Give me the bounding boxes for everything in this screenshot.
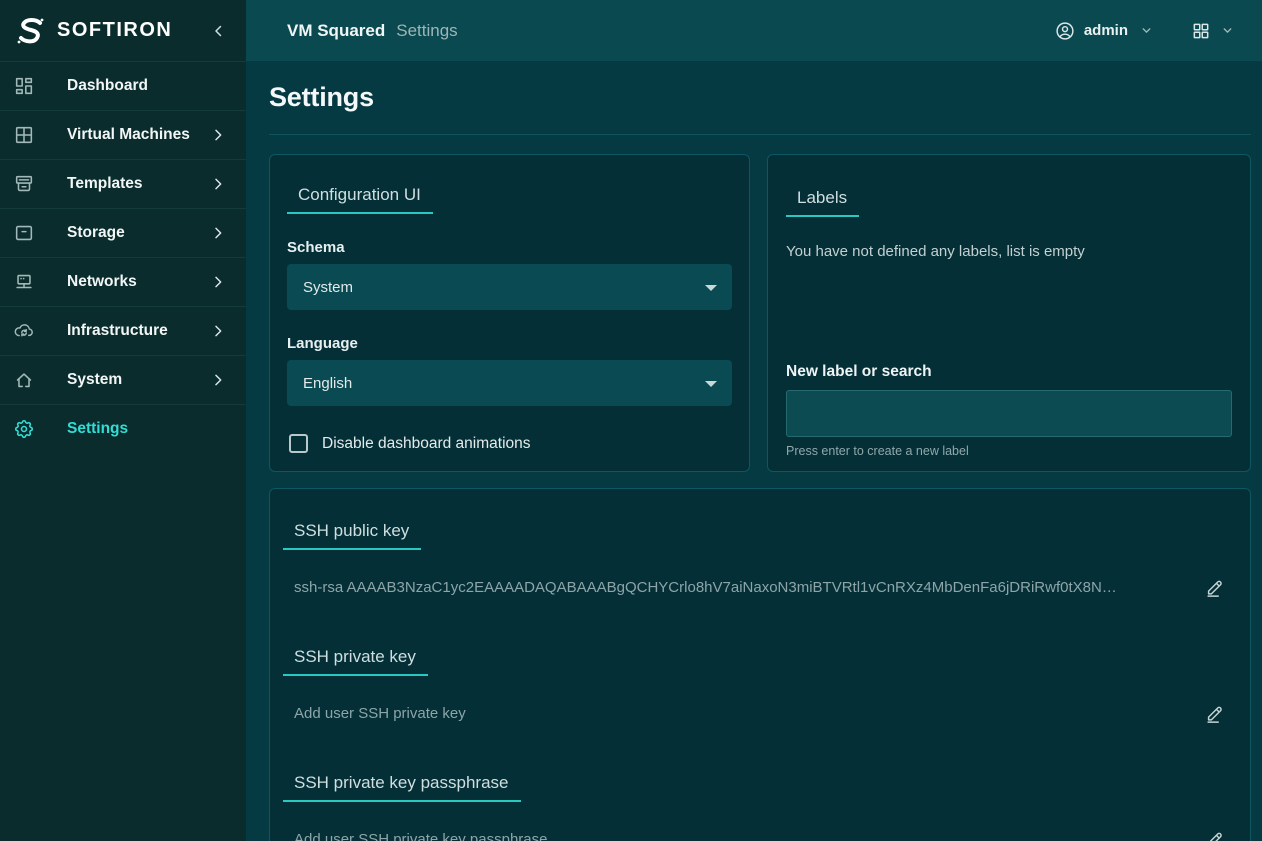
sidebar-item-infrastructure[interactable]: Infrastructure — [0, 306, 246, 355]
sidebar-item-label: Infrastructure — [67, 322, 168, 340]
chevron-right-icon — [210, 274, 226, 290]
new-label-helper: Press enter to create a new label — [786, 444, 1232, 458]
user-name: admin — [1084, 22, 1128, 39]
page-divider — [269, 134, 1251, 135]
language-select-value: English — [303, 375, 352, 392]
user-menu[interactable]: admin — [1054, 20, 1153, 42]
edit-public-key-button[interactable] — [1204, 576, 1226, 598]
sidebar-item-virtual-machines[interactable]: Virtual Machines — [0, 110, 246, 159]
ssh-private-key-placeholder: Add user SSH private key — [294, 705, 1180, 722]
schema-select[interactable]: System — [287, 264, 732, 310]
chevron-right-icon — [210, 323, 226, 339]
new-label-input[interactable] — [786, 390, 1232, 437]
configuration-ui-card: Configuration UI Schema System Language … — [269, 154, 750, 472]
disable-animations-checkbox[interactable] — [289, 434, 308, 453]
configuration-ui-title: Configuration UI — [287, 185, 433, 214]
chevron-down-icon — [1140, 24, 1153, 37]
sidebar-item-settings[interactable]: Settings — [0, 404, 246, 453]
sidebar-item-label: Virtual Machines — [67, 126, 190, 144]
softiron-logo-text: SOFTIRON — [57, 19, 172, 42]
sidebar-item-networks[interactable]: Networks — [0, 257, 246, 306]
language-label: Language — [287, 335, 732, 352]
sidebar-item-label: Networks — [67, 273, 137, 291]
sidebar-header: SOFTIRON — [0, 0, 246, 61]
language-select[interactable]: English — [287, 360, 732, 406]
chevron-right-icon — [210, 127, 226, 143]
edit-passphrase-button[interactable] — [1204, 828, 1226, 841]
page-title: Settings — [269, 82, 1251, 113]
disable-animations-label: Disable dashboard animations — [322, 435, 531, 453]
labels-card: Labels You have not defined any labels, … — [767, 154, 1251, 472]
sidebar-collapse-button[interactable] — [210, 22, 228, 40]
sidebar-item-storage[interactable]: Storage — [0, 208, 246, 257]
settings-gear-icon — [13, 418, 35, 440]
sidebar: SOFTIRON Dashboard Virtual Machines — [0, 0, 246, 841]
chevron-right-icon — [210, 176, 226, 192]
user-circle-icon — [1054, 20, 1076, 42]
schema-label: Schema — [287, 239, 732, 256]
sidebar-item-label: Templates — [67, 175, 143, 193]
sidebar-item-system[interactable]: System — [0, 355, 246, 404]
templates-icon — [13, 173, 35, 195]
ssh-private-key-title: SSH private key — [283, 647, 428, 676]
chevron-right-icon — [210, 372, 226, 388]
caret-down-icon — [705, 285, 717, 291]
sidebar-item-label: Settings — [67, 420, 128, 438]
softiron-logo[interactable]: SOFTIRON — [13, 15, 210, 47]
sidebar-item-label: Storage — [67, 224, 125, 242]
ssh-passphrase-title: SSH private key passphrase — [283, 773, 521, 802]
sidebar-item-templates[interactable]: Templates — [0, 159, 246, 208]
sidebar-item-label: System — [67, 371, 122, 389]
dashboard-icon — [13, 75, 35, 97]
sidebar-item-label: Dashboard — [67, 77, 148, 95]
topbar-page-subtitle: Settings — [396, 21, 457, 41]
ssh-card: SSH public key ssh-rsa AAAAB3NzaC1yc2EAA… — [269, 488, 1251, 841]
sidebar-item-dashboard[interactable]: Dashboard — [0, 61, 246, 110]
ssh-public-key-title: SSH public key — [283, 521, 421, 550]
apps-menu[interactable] — [1191, 21, 1234, 41]
infrastructure-icon — [13, 320, 35, 342]
topbar-product-title: VM Squared — [287, 21, 385, 41]
schema-select-value: System — [303, 279, 353, 296]
virtual-machines-icon — [13, 124, 35, 146]
system-icon — [13, 369, 35, 391]
topbar: VM Squared Settings admin — [246, 0, 1262, 61]
chevron-down-icon — [1221, 24, 1234, 37]
ssh-passphrase-placeholder: Add user SSH private key passphrase — [294, 831, 1180, 841]
ssh-public-key-value: ssh-rsa AAAAB3NzaC1yc2EAAAADAQABAAABgQCH… — [294, 579, 1180, 596]
storage-icon — [13, 222, 35, 244]
main-content: Settings Configuration UI Schema System … — [246, 61, 1262, 841]
labels-title: Labels — [786, 188, 859, 217]
edit-private-key-button[interactable] — [1204, 702, 1226, 724]
softiron-logo-icon — [13, 15, 47, 47]
labels-empty-message: You have not defined any labels, list is… — [786, 243, 1232, 260]
chevron-right-icon — [210, 225, 226, 241]
caret-down-icon — [705, 381, 717, 387]
new-label-label: New label or search — [786, 363, 1232, 381]
networks-icon — [13, 271, 35, 293]
apps-grid-icon — [1191, 21, 1211, 41]
